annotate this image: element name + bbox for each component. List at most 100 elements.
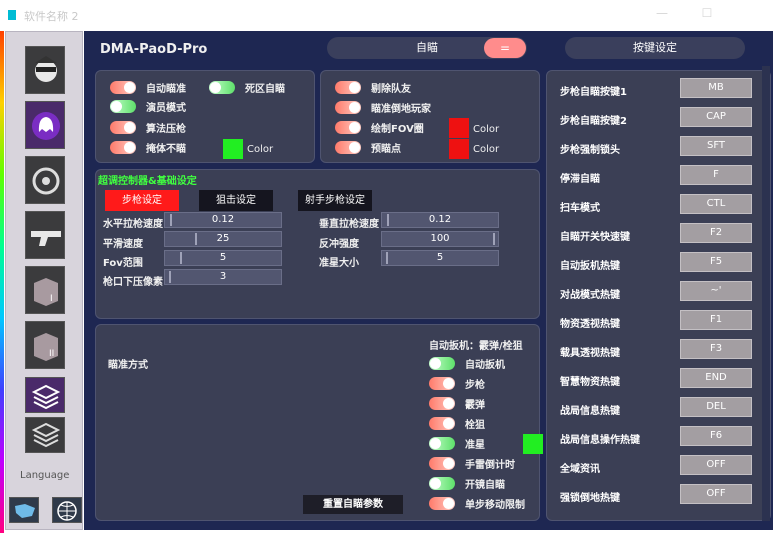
layers-active-icon[interactable]	[25, 377, 65, 413]
hotkey-scrollbar[interactable]	[762, 66, 770, 521]
slider-value: 0.12	[428, 214, 452, 225]
toggle-label: 剔除队友	[371, 83, 411, 95]
hotkey-binding-button[interactable]: CAP	[680, 107, 752, 127]
toggle-label: 步枪	[465, 379, 485, 391]
toggle-trigger-shotgun[interactable]: 霰弹	[429, 396, 485, 411]
tab-rifle-settings[interactable]: 步枪设定	[105, 190, 179, 211]
ghost-aim-icon[interactable]	[25, 101, 65, 149]
toggle-label: 开镜自瞄	[465, 479, 505, 491]
hotkey-binding-button[interactable]: F6	[680, 426, 752, 446]
svg-text:II: II	[49, 349, 54, 359]
slider-value: 5	[219, 252, 227, 263]
toggle-auto-trigger[interactable]: 自动扳机	[429, 356, 505, 371]
toggle-label: 掩体不瞄	[146, 143, 186, 155]
slider-muzzle-pull[interactable]: 3	[164, 269, 282, 285]
auto-trigger-title: 自动扳机：霰弹/栓狙	[429, 341, 523, 352]
toggle-actor-mode[interactable]: 演员模式	[110, 99, 186, 114]
reset-aim-params-button[interactable]: 重置自瞄参数	[303, 495, 403, 514]
slider-crosshair-size[interactable]: 5	[381, 250, 499, 266]
color-swatch-prefire[interactable]	[449, 139, 469, 159]
maximize-button[interactable]: ☐	[700, 6, 714, 20]
hotkey-label: 自动扳机热键	[560, 261, 620, 272]
toggle-scope-aim[interactable]: 开镜自瞄	[429, 476, 505, 491]
china-flag-icon[interactable]	[9, 497, 39, 523]
slider-label: 准星大小	[319, 258, 359, 269]
toggle-aim-downed[interactable]: 瞄准倒地玩家	[335, 100, 431, 115]
slider-label: 枪口下压像素	[103, 277, 163, 288]
hotkey-label: 停滞自瞄	[560, 174, 600, 185]
slider-smooth-speed[interactable]: 25	[164, 231, 282, 247]
toggle-label: 自动扳机	[465, 359, 505, 371]
hotkey-label: 扫车模式	[560, 203, 600, 214]
pistol-icon[interactable]	[25, 211, 65, 259]
toggle-trigger-bolt-sniper[interactable]: 栓狙	[429, 416, 485, 431]
hotkey-binding-button[interactable]: ~'	[680, 281, 752, 301]
hotkey-binding-button[interactable]: SFT	[680, 136, 752, 156]
hotkey-label: 智慧物资热键	[560, 377, 620, 388]
slider-value: 5	[436, 252, 444, 263]
slider-fov-range[interactable]: 5	[164, 250, 282, 266]
toggle-deadzone-aim[interactable]: 死区自瞄	[209, 80, 285, 95]
hotkey-binding-button[interactable]: F3	[680, 339, 752, 359]
toggle-prefire-point[interactable]: 预瞄点	[335, 140, 401, 155]
toggle-draw-fov[interactable]: 绘制FOV圈	[335, 120, 424, 135]
hotkey-label: 载具透视热键	[560, 348, 620, 359]
hotkey-label: 战局信息热键	[560, 406, 620, 417]
toggle-crosshair[interactable]: 准星	[429, 436, 485, 451]
hotkey-binding-button[interactable]: F5	[680, 252, 752, 272]
toggle-recoil-algorithm[interactable]: 算法压枪	[110, 120, 186, 135]
box-two-icon[interactable]: II	[25, 321, 65, 369]
slider-value: 3	[219, 271, 227, 282]
hotkey-binding-button[interactable]: CTL	[680, 194, 752, 214]
hotkey-binding-button[interactable]: MB	[680, 78, 752, 98]
hotkey-binding-button[interactable]: DEL	[680, 397, 752, 417]
globe-icon[interactable]	[52, 497, 82, 523]
hotkey-binding-button[interactable]: END	[680, 368, 752, 388]
toggle-auto-aim[interactable]: 自动瞄准	[110, 80, 186, 95]
slider-horizontal-speed[interactable]: 0.12	[164, 212, 282, 228]
slider-label: 平滑速度	[103, 239, 143, 250]
hotkey-label: 战局信息操作热键	[560, 435, 640, 446]
toggle-single-step-limit[interactable]: 单步移动限制	[429, 496, 525, 511]
tab-sniper-settings[interactable]: 狙击设定	[199, 190, 273, 211]
box-one-icon[interactable]: I	[25, 266, 65, 314]
hotkey-label: 步枪自瞄按键2	[560, 116, 627, 127]
toggle-cover-no-aim[interactable]: 掩体不瞄	[110, 140, 186, 155]
sidebar: I II Language	[5, 31, 83, 530]
toggle-label: 手雷倒计时	[465, 459, 515, 471]
hotkey-tab-pill[interactable]: 按键设定	[565, 37, 745, 59]
hotkey-label: 步枪自瞄按键1	[560, 87, 627, 98]
brand-title: DMA-PaoD-Pro	[100, 42, 208, 57]
nuke-icon[interactable]	[25, 156, 65, 204]
svg-text:I: I	[50, 294, 53, 304]
toggle-label: 霰弹	[465, 399, 485, 411]
color-swatch-fov[interactable]	[449, 118, 469, 138]
minimize-button[interactable]: —	[655, 6, 669, 20]
hotkey-binding-button[interactable]: F1	[680, 310, 752, 330]
player-avatar-icon[interactable]	[25, 46, 65, 94]
slider-label: 水平拉枪速度	[103, 219, 163, 230]
toggle-label: 绘制FOV圈	[371, 123, 424, 135]
slider-value: 0.12	[211, 214, 235, 225]
toggle-exclude-team[interactable]: 剔除队友	[335, 80, 411, 95]
rainbow-border	[0, 31, 4, 533]
menu-toggle-button[interactable]: =	[484, 38, 526, 58]
layers-settings-icon[interactable]	[25, 417, 65, 453]
hotkey-label: 步枪强制锁头	[560, 145, 620, 156]
tab-marksman-settings[interactable]: 射手步枪设定	[298, 190, 372, 211]
slider-recoil-strength[interactable]: 100	[381, 231, 499, 247]
hotkey-binding-button[interactable]: F2	[680, 223, 752, 243]
slider-label: 反冲强度	[319, 239, 359, 250]
hotkey-binding-button[interactable]: OFF	[680, 484, 752, 504]
hotkey-label: 物资透视热键	[560, 319, 620, 330]
color-label: Color	[473, 124, 500, 135]
title-bar: 软件名称 2 — ☐	[0, 0, 776, 31]
toggle-label: 算法压枪	[146, 123, 186, 135]
hotkey-binding-button[interactable]: F	[680, 165, 752, 185]
hotkey-binding-button[interactable]: OFF	[680, 455, 752, 475]
crosshair-color-swatch[interactable]	[523, 434, 543, 454]
color-swatch-green[interactable]	[223, 139, 243, 159]
slider-vertical-speed[interactable]: 0.12	[381, 212, 499, 228]
toggle-trigger-rifle[interactable]: 步枪	[429, 376, 485, 391]
toggle-grenade-timer[interactable]: 手雷倒计时	[429, 456, 515, 471]
